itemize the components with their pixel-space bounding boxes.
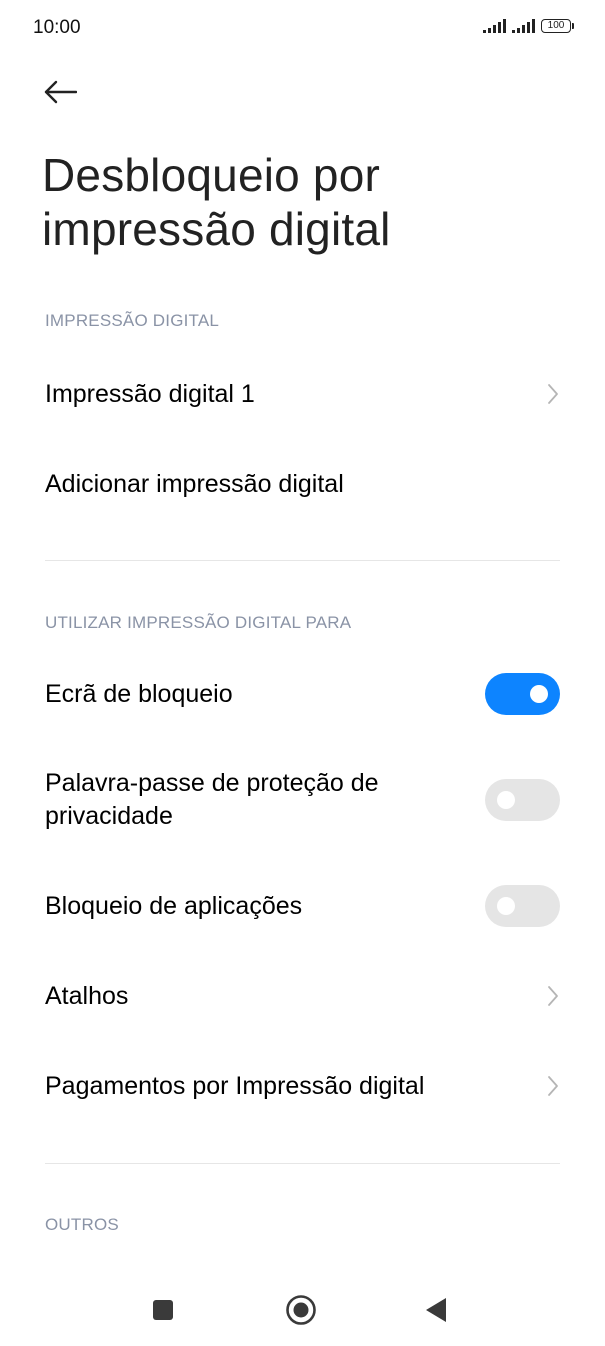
toggle-knob <box>497 791 515 809</box>
status-time: 10:00 <box>33 17 81 38</box>
battery-icon: 100 <box>541 19 574 33</box>
fingerprint-1-item[interactable]: Impressão digital 1 <box>45 372 560 416</box>
recents-square-icon <box>153 1300 173 1320</box>
lock-screen-toggle[interactable] <box>485 673 560 715</box>
lock-screen-item[interactable]: Ecrã de bloqueio <box>45 672 560 716</box>
app-lock-toggle[interactable] <box>485 885 560 927</box>
row-label: Atalhos <box>45 981 129 1010</box>
chevron-right-icon <box>546 985 560 1007</box>
back-nav-button[interactable] <box>416 1290 456 1330</box>
row-label: Impressão digital 1 <box>45 379 255 408</box>
toggle-knob <box>530 685 548 703</box>
section-header-fingerprint: IMPRESSÃO DIGITAL <box>45 311 220 330</box>
divider <box>45 560 560 561</box>
chevron-right-icon <box>546 383 560 405</box>
divider <box>45 1163 560 1164</box>
toggle-knob <box>497 897 515 915</box>
page-title: Desbloqueio por impressão digital <box>42 149 391 255</box>
row-label: Adicionar impressão digital <box>45 469 344 498</box>
home-button[interactable] <box>281 1290 321 1330</box>
privacy-password-toggle[interactable] <box>485 779 560 821</box>
home-circle-icon <box>286 1295 316 1325</box>
status-bar: 10:00 100 <box>0 0 605 58</box>
signal-icon <box>483 19 506 33</box>
app-lock-item[interactable]: Bloqueio de aplicações <box>45 884 560 928</box>
signal-icon <box>512 19 535 33</box>
status-icons: 100 <box>483 19 574 33</box>
row-label: Ecrã de bloqueio <box>45 679 233 708</box>
row-label: Palavra-passe de proteção de privacidade <box>45 769 379 830</box>
section-header-others: OUTROS <box>45 1215 119 1234</box>
shortcuts-item[interactable]: Atalhos <box>45 974 560 1018</box>
navigation-bar <box>0 1276 605 1346</box>
chevron-right-icon <box>546 1075 560 1097</box>
row-label: Bloqueio de aplicações <box>45 891 303 920</box>
battery-level: 100 <box>547 20 565 31</box>
privacy-password-item[interactable]: Palavra-passe de proteção de privacidade <box>45 767 560 833</box>
recents-button[interactable] <box>143 1290 183 1330</box>
add-fingerprint-item[interactable]: Adicionar impressão digital <box>45 462 560 506</box>
section-header-use-for: UTILIZAR IMPRESSÃO DIGITAL PARA <box>45 613 352 632</box>
fingerprint-payments-item[interactable]: Pagamentos por Impressão digital <box>45 1064 560 1108</box>
back-arrow-icon <box>44 80 77 104</box>
back-triangle-icon <box>426 1298 446 1322</box>
row-label: Pagamentos por Impressão digital <box>45 1071 425 1100</box>
back-button[interactable] <box>40 72 80 112</box>
